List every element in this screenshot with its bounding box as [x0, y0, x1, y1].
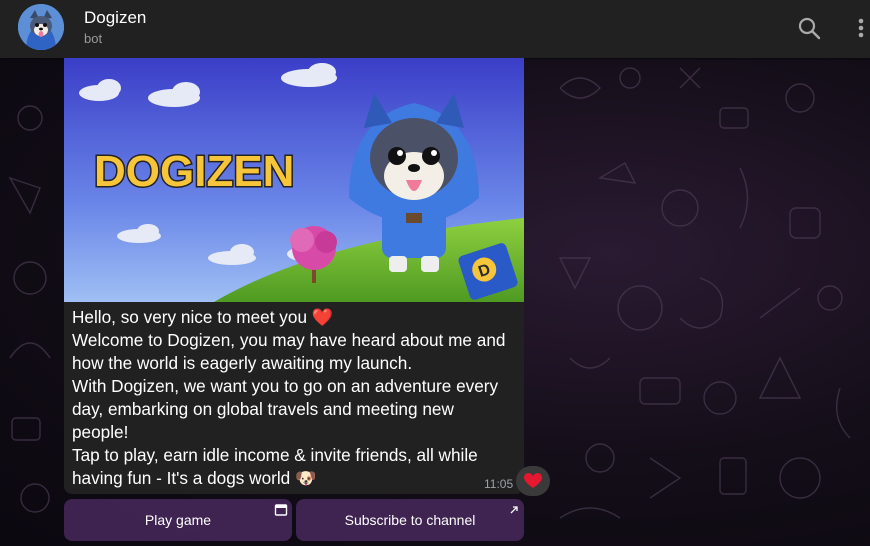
play-game-button[interactable]: Play game — [64, 499, 292, 541]
external-link-icon — [508, 503, 520, 519]
dogizen-logo-text: DOGIZEN — [94, 147, 294, 196]
message-line: With Dogizen, we want you to go on an ad… — [72, 376, 499, 442]
search-button[interactable] — [794, 14, 824, 44]
heart-icon — [524, 473, 542, 488]
subscribe-channel-button[interactable]: Subscribe to channel — [296, 499, 524, 541]
play-game-label: Play game — [144, 512, 212, 528]
chat-header: Dogizen bot — [0, 0, 870, 58]
chat-subtitle: bot — [84, 31, 103, 46]
web-app-icon — [274, 503, 288, 520]
message-text: Hello, so very nice to meet you ❤️ Welco… — [72, 306, 512, 490]
dogizen-banner: DOGIZEN D — [64, 58, 524, 302]
subscribe-channel-label: Subscribe to channel — [344, 512, 476, 528]
message-bubble: DOGIZEN D Hello, so very nice to meet yo… — [64, 58, 524, 494]
dog-avatar-icon — [18, 4, 64, 50]
message-image[interactable]: DOGIZEN D — [64, 58, 524, 302]
heart-reaction[interactable] — [516, 466, 550, 496]
message-line: Tap to play, earn idle income & invite f… — [72, 445, 478, 488]
avatar[interactable] — [18, 4, 64, 50]
message-line: Welcome to Dogizen, you may have heard a… — [72, 330, 506, 373]
more-options-button[interactable] — [846, 14, 870, 44]
message-line: Hello, so very nice to meet you ❤️ — [72, 307, 334, 327]
more-vertical-icon — [858, 18, 864, 38]
search-icon — [798, 17, 821, 40]
message-time: 11:05 — [484, 477, 514, 491]
chat-title[interactable]: Dogizen — [84, 8, 146, 28]
